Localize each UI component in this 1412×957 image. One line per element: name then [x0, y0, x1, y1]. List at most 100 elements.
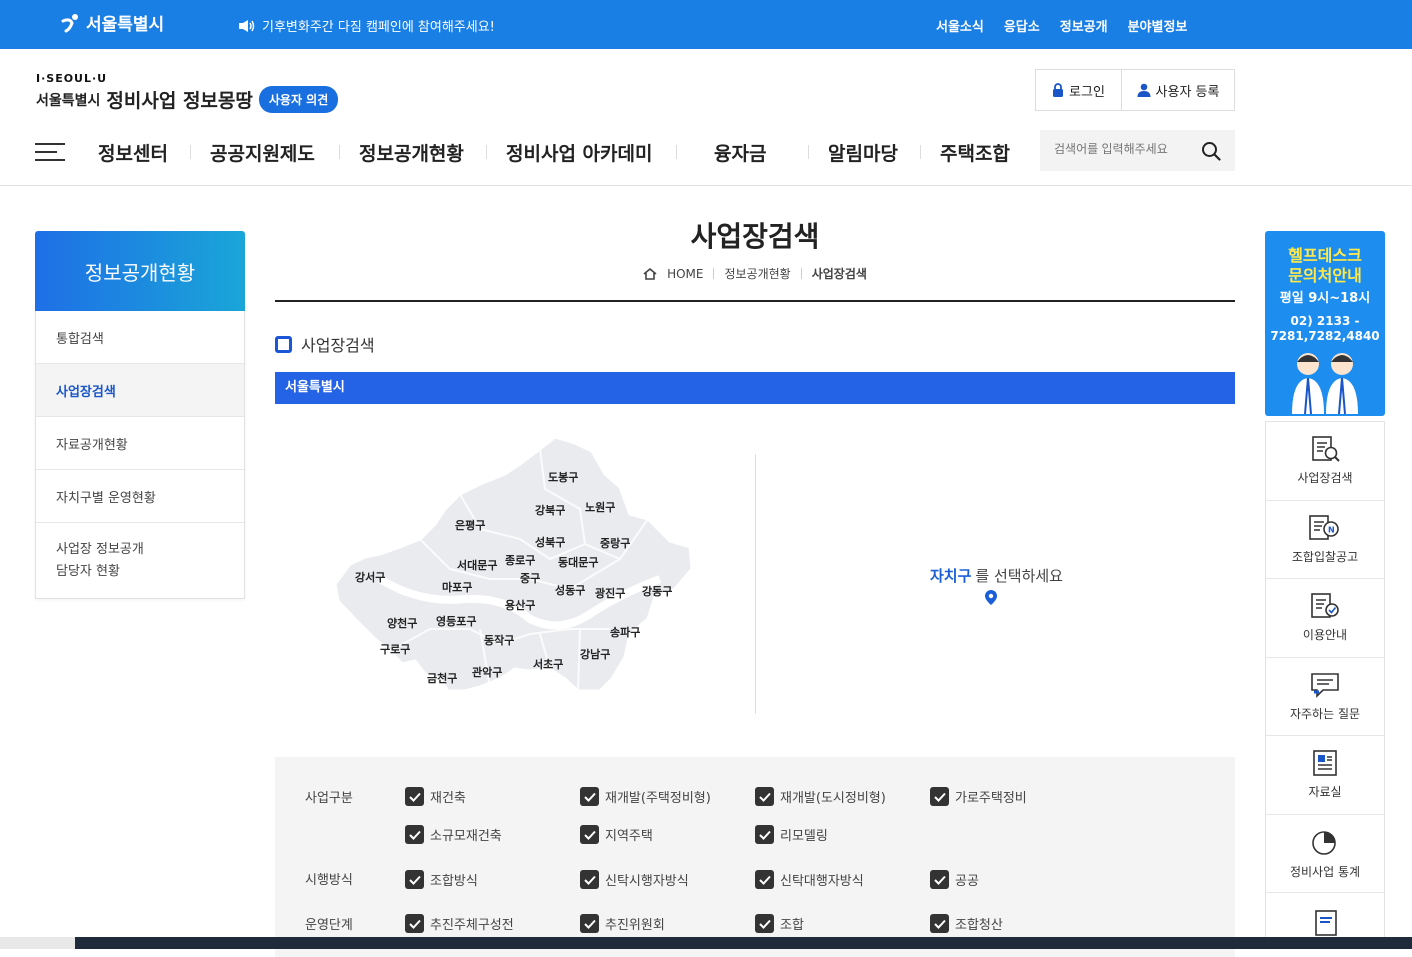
district-label[interactable]: 용산구 — [505, 598, 535, 612]
quick-guide[interactable]: 이용안내 — [1266, 579, 1384, 658]
location-pin-icon — [985, 590, 997, 605]
district-label[interactable]: 성북구 — [535, 535, 565, 549]
nav-disclosure-status[interactable]: 정보공개현황 — [359, 139, 464, 166]
filter-label-method: 시행방식 — [305, 873, 353, 888]
district-label[interactable]: 강북구 — [535, 503, 565, 517]
nav-housing-union[interactable]: 주택조합 — [940, 139, 1010, 166]
section-title-text: 사업장검색 — [301, 336, 375, 355]
document-search-icon — [1312, 436, 1340, 462]
seoul-logo-text: 서울특별시 — [86, 15, 165, 35]
quick-statistics[interactable]: 정비사업 통계 — [1266, 815, 1384, 893]
quick-faq[interactable]: 자주하는 질문 — [1266, 658, 1384, 736]
nav-loan[interactable]: 융자금 — [714, 139, 766, 166]
top-link-seoul-news[interactable]: 서울소식 — [936, 16, 984, 35]
hamburger-menu-icon[interactable] — [35, 143, 65, 161]
checkbox-business-type[interactable]: 소규모재건축 — [405, 825, 502, 844]
checkbox-label: 재개발(주택정비형) — [605, 791, 711, 806]
sidebar-item-integrated-search[interactable]: 통합검색 — [36, 311, 244, 364]
district-label[interactable]: 종로구 — [505, 554, 535, 567]
document-notice-icon: N — [1309, 514, 1339, 540]
quick-site-search[interactable]: 사업장검색 — [1266, 422, 1384, 501]
checkbox-method[interactable]: 신탁시행자방식 — [580, 870, 689, 889]
checkbox-checked-icon — [755, 870, 774, 889]
checkbox-stage[interactable]: 추진위원회 — [580, 914, 665, 933]
district-label[interactable]: 도봉구 — [548, 471, 578, 484]
helpdesk-banner[interactable]: 헬프데스크 문의처안내 평일 9시~18시 02) 2133 - 7281,72… — [1265, 231, 1385, 416]
nav-academy[interactable]: 정비사업 아카데미 — [506, 139, 652, 166]
brand-logo[interactable]: I·SEOUL·U 서울특별시 정비사업 정보몽땅 사용자 의견 — [36, 72, 339, 113]
checkbox-method[interactable]: 조합방식 — [405, 870, 478, 889]
nav-notice[interactable]: 알림마당 — [828, 139, 898, 166]
top-link-eungdapso[interactable]: 응답소 — [1004, 16, 1040, 35]
checkbox-label: 리모델링 — [780, 829, 828, 844]
district-label[interactable]: 은평구 — [455, 518, 485, 532]
notice-banner[interactable]: 기후변화주간 다짐 캠페인에 참여해주세요! — [238, 16, 495, 35]
district-label[interactable]: 구로구 — [380, 643, 410, 656]
district-label[interactable]: 동대문구 — [558, 555, 598, 569]
breadcrumb-disclosure[interactable]: 정보공개현황 — [724, 265, 790, 282]
district-label[interactable]: 광진구 — [595, 586, 625, 600]
district-label[interactable]: 양천구 — [387, 616, 417, 630]
filter-label-stage: 운영단계 — [305, 918, 353, 933]
breadcrumb-home[interactable]: HOME — [667, 267, 703, 281]
checkbox-stage[interactable]: 추진주체구성전 — [405, 914, 514, 933]
quick-bid-notice[interactable]: N 조합입찰공고 — [1266, 501, 1384, 579]
search-input[interactable] — [1054, 142, 1199, 156]
district-label[interactable]: 중구 — [520, 572, 540, 585]
sidebar-item-district-status[interactable]: 자치구별 운영현황 — [36, 470, 244, 523]
quick-label: 자료실 — [1308, 785, 1342, 800]
archive-icon — [1313, 750, 1337, 777]
checkbox-label: 조합청산 — [955, 918, 1003, 933]
checkbox-stage[interactable]: 조합청산 — [930, 914, 1003, 933]
district-label[interactable]: 서대문구 — [457, 558, 497, 572]
quick-label: 사업장검색 — [1297, 471, 1353, 486]
top-links: 서울소식 응답소 정보공개 분야별정보 — [936, 16, 1187, 35]
top-link-field-info[interactable]: 분야별정보 — [1128, 16, 1188, 35]
district-label[interactable]: 노원구 — [585, 500, 615, 514]
seoul-logo[interactable]: 서울특별시 — [60, 10, 164, 35]
quick-archive[interactable]: 자료실 — [1266, 736, 1384, 815]
district-label[interactable]: 영등포구 — [436, 615, 476, 628]
district-label[interactable]: 관악구 — [472, 665, 502, 679]
sidebar-item-manager-status[interactable]: 사업장 정보공개 담당자 현황 — [36, 523, 244, 598]
district-label[interactable]: 서초구 — [533, 657, 563, 671]
checkbox-checked-icon — [755, 914, 774, 933]
nav-public-support[interactable]: 공공지원제도 — [210, 139, 315, 166]
sidebar-item-site-search[interactable]: 사업장검색 — [36, 364, 244, 417]
district-label[interactable]: 강남구 — [580, 647, 610, 661]
district-label[interactable]: 강동구 — [642, 584, 672, 598]
checkbox-business-type[interactable]: 가로주택정비 — [930, 787, 1027, 806]
district-label[interactable]: 동작구 — [484, 633, 514, 647]
checkbox-business-type[interactable]: 재개발(주택정비형) — [580, 787, 711, 806]
checkbox-stage[interactable]: 조합 — [755, 914, 804, 933]
checkbox-checked-icon — [405, 825, 424, 844]
register-button[interactable]: 사용자 등록 — [1122, 70, 1234, 110]
sidebar-item-data-disclosure[interactable]: 자료공개현황 — [36, 417, 244, 470]
district-label[interactable]: 송파구 — [610, 625, 640, 639]
notice-text: 기후변화주간 다짐 캠페인에 참여해주세요! — [262, 20, 495, 35]
district-label[interactable]: 금천구 — [427, 671, 457, 685]
user-opinion-button[interactable]: 사용자 의견 — [258, 86, 339, 113]
checkbox-business-type[interactable]: 리모델링 — [755, 825, 828, 844]
checkbox-method[interactable]: 공공 — [930, 870, 979, 889]
home-icon[interactable] — [643, 267, 657, 280]
seoul-logo-icon — [61, 13, 78, 32]
district-label[interactable]: 마포구 — [442, 580, 472, 594]
checkbox-method[interactable]: 신탁대행자방식 — [755, 870, 864, 889]
top-link-info-disclosure[interactable]: 정보공개 — [1060, 16, 1108, 35]
checkbox-business-type[interactable]: 재건축 — [405, 787, 466, 806]
iseoul-text: I·SEOUL·U — [36, 72, 108, 85]
checkbox-business-type[interactable]: 지역주택 — [580, 825, 653, 844]
login-button[interactable]: 로그인 — [1036, 70, 1122, 110]
district-label[interactable]: 강서구 — [355, 570, 385, 584]
district-label[interactable]: 중랑구 — [600, 537, 630, 550]
main-content: 사업장검색 HOME 정보공개현황 사업장검색 사업장검색 서울특별시 도봉구 … — [275, 215, 1235, 744]
nav-info-center[interactable]: 정보센터 — [98, 139, 168, 166]
os-taskbar — [0, 937, 1412, 949]
select-hint-rest: 를 선택하세요 — [975, 567, 1063, 585]
checkbox-label: 소규모재건축 — [430, 829, 502, 844]
checkbox-label: 추진주체구성전 — [430, 918, 514, 933]
checkbox-business-type[interactable]: 재개발(도시정비형) — [755, 787, 886, 806]
search-icon[interactable] — [1201, 141, 1221, 161]
district-label[interactable]: 성동구 — [555, 583, 585, 597]
